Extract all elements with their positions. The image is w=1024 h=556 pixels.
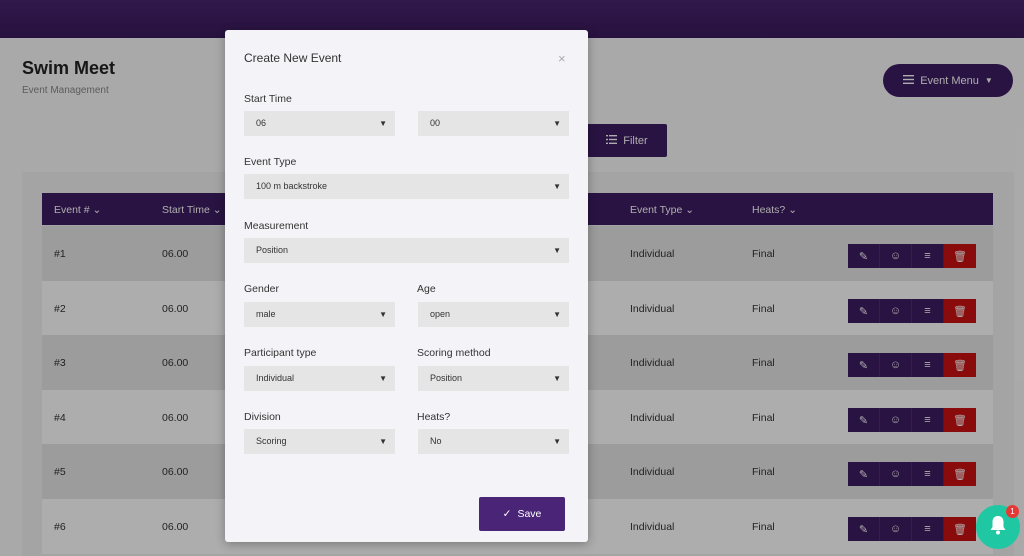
caret-down-icon: ▼ [379,374,387,383]
close-icon[interactable]: × [558,51,566,66]
modal-title: Create New Event [244,51,342,65]
division-select[interactable]: Scoring ▼ [244,429,395,454]
division-label: Division [244,411,281,423]
participant-type-select[interactable]: Individual ▼ [244,366,395,391]
heats-label: Heats? [417,411,451,423]
start-time-label: Start Time [244,93,292,105]
event-type-label: Event Type [244,156,297,168]
heats-select[interactable]: No ▼ [418,429,569,454]
save-label: Save [517,508,542,520]
caret-down-icon: ▼ [553,374,561,383]
caret-down-icon: ▼ [553,310,561,319]
age-select[interactable]: open ▼ [418,302,569,327]
check-icon: ✓ [502,508,512,520]
notification-count-badge: 1 [1006,505,1019,518]
scoring-method-label: Scoring method [417,347,491,359]
caret-down-icon: ▼ [553,182,561,191]
gender-select[interactable]: male ▼ [244,302,395,327]
measurement-label: Measurement [244,220,309,232]
save-button[interactable]: ✓ Save [479,497,565,531]
start-hour-select[interactable]: 06 ▼ [244,111,395,136]
bell-icon [989,515,1007,540]
start-minute-select[interactable]: 00 ▼ [418,111,569,136]
caret-down-icon: ▼ [379,119,387,128]
caret-down-icon: ▼ [553,246,561,255]
participant-type-label: Participant type [244,347,317,359]
caret-down-icon: ▼ [553,437,561,446]
caret-down-icon: ▼ [553,119,561,128]
scoring-method-select[interactable]: Position ▼ [418,366,569,391]
create-event-modal: Create New Event × Start Time 06 ▼ 00 ▼ Ev… [225,30,588,542]
age-label: Age [417,283,436,295]
measurement-select[interactable]: Position ▼ [244,238,569,263]
caret-down-icon: ▼ [379,437,387,446]
gender-label: Gender [244,283,280,295]
event-type-select[interactable]: 100 m backstroke ▼ [244,174,569,199]
caret-down-icon: ▼ [379,310,387,319]
